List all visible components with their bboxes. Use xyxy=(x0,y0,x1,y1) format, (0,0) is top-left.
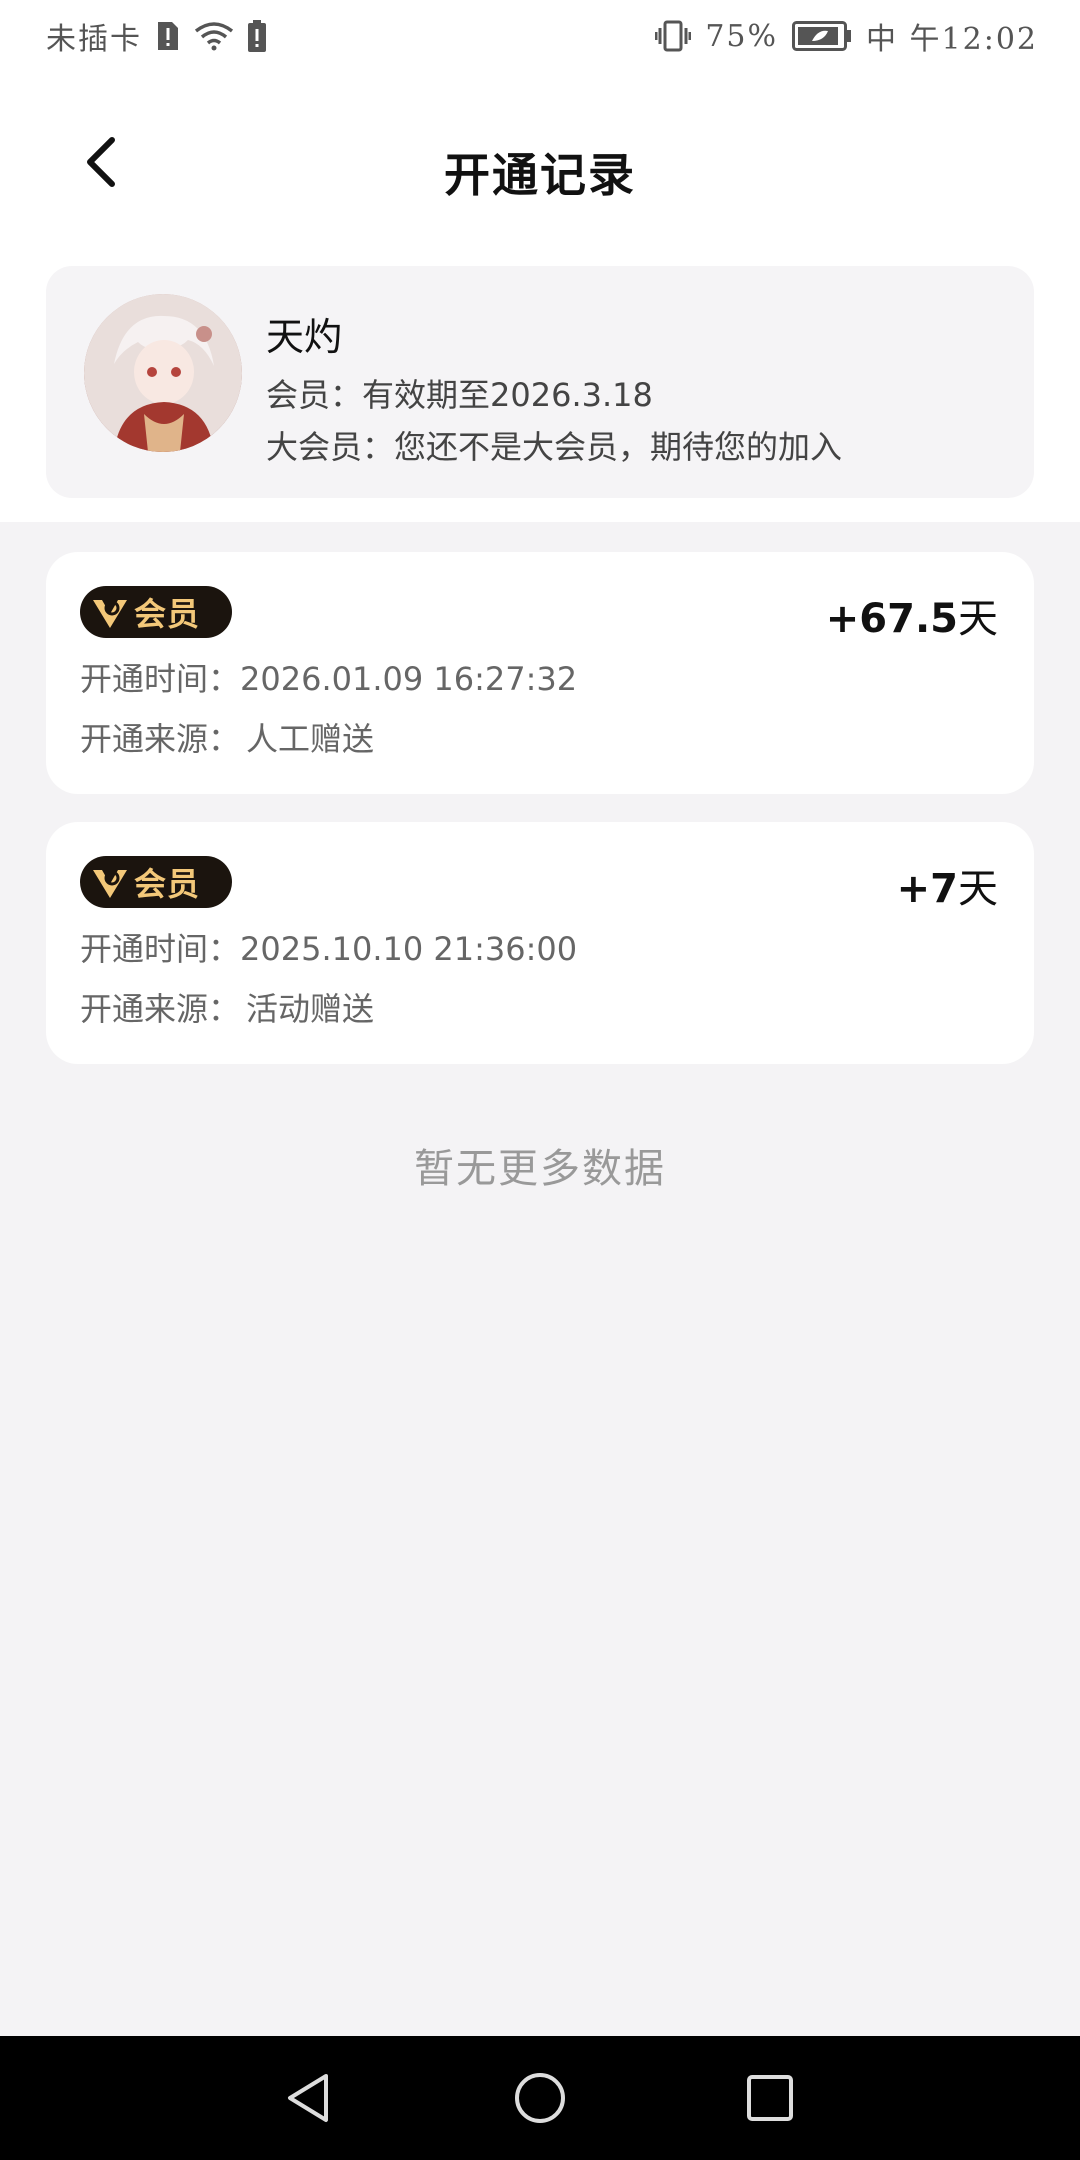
days-unit: 天 xyxy=(958,596,998,642)
triangle-back-icon xyxy=(288,2074,328,2122)
open-time-value: 2026.01.09 16:27:32 xyxy=(240,660,578,698)
system-home-button[interactable] xyxy=(508,2066,572,2130)
open-source-value: 人工赠送 xyxy=(246,720,375,758)
battery-icon xyxy=(792,21,852,51)
open-time-label: 开通时间： xyxy=(80,660,241,698)
days-value: +7 xyxy=(896,866,958,912)
days-unit: 天 xyxy=(958,866,998,912)
status-right: 75% 中 午12:02 xyxy=(655,14,1038,58)
system-back-button[interactable] xyxy=(276,2066,340,2130)
open-source-label: 开通来源： xyxy=(80,990,241,1028)
no-more-data-text: 暂无更多数据 xyxy=(414,1146,666,1192)
profile-card: 天灼 会员：有效期至2026.3.18 大会员：您还不是大会员，期待您的加入 xyxy=(46,266,1034,498)
wifi-icon xyxy=(194,21,234,51)
open-source-value: 活动赠送 xyxy=(246,990,375,1028)
screen: 未插卡 75% 中 午12:02 开通记录 天灼 会员：有效期至2026.3.1… xyxy=(0,0,1080,2160)
sim-alert-icon xyxy=(156,20,180,52)
system-recents-button[interactable] xyxy=(738,2066,802,2130)
record-card: 会员 +67.5天 开通时间：2026.01.09 16:27:32 开通来源：… xyxy=(46,552,1034,794)
record-card: 会员 +7天 开通时间：2025.10.10 21:36:00 开通来源： 活动赠… xyxy=(46,822,1034,1064)
open-time-value: 2025.10.10 21:36:00 xyxy=(240,930,578,968)
avatar[interactable] xyxy=(84,294,242,452)
status-left: 未插卡 xyxy=(46,14,266,58)
open-source-row: 开通来源： 活动赠送 xyxy=(80,984,374,1030)
open-time-label: 开通时间： xyxy=(80,930,241,968)
vip-v-icon xyxy=(90,862,130,902)
days-added: +7天 xyxy=(897,856,998,914)
status-bar: 未插卡 75% 中 午12:02 xyxy=(0,0,1080,72)
open-source-label: 开通来源： xyxy=(80,720,241,758)
chevron-left-icon xyxy=(87,137,115,187)
vip-v-icon xyxy=(90,592,130,632)
vip-badge: 会员 xyxy=(80,586,232,638)
back-button[interactable] xyxy=(70,132,130,192)
big-member-status: 大会员：您还不是大会员，期待您的加入 xyxy=(266,428,843,466)
vibrate-icon xyxy=(655,20,692,52)
square-recents-icon xyxy=(747,2075,793,2121)
member-expiry: 会员：有效期至2026.3.18 xyxy=(266,376,653,414)
navigation-bar: 开通记录 xyxy=(0,72,1080,272)
user-name: 天灼 xyxy=(266,315,343,359)
vip-badge: 会员 xyxy=(80,856,232,908)
circle-home-icon xyxy=(515,2073,565,2123)
badge-label: 会员 xyxy=(134,865,201,903)
badge-label: 会员 xyxy=(134,595,201,633)
days-value: +67.5 xyxy=(825,596,958,642)
battery-alert-icon xyxy=(248,20,266,52)
open-source-row: 开通来源： 人工赠送 xyxy=(80,714,374,760)
clock-text: 中 午12:02 xyxy=(866,22,1038,57)
open-time-row: 开通时间：2026.01.09 16:27:32 xyxy=(80,654,577,700)
page-title: 开通记录 xyxy=(444,148,636,202)
days-added: +67.5天 xyxy=(826,586,998,644)
open-time-row: 开通时间：2025.10.10 21:36:00 xyxy=(80,924,577,970)
carrier-text: 未插卡 xyxy=(46,22,142,57)
system-navigation-bar xyxy=(0,2036,1080,2160)
battery-percent: 75% xyxy=(705,18,778,54)
